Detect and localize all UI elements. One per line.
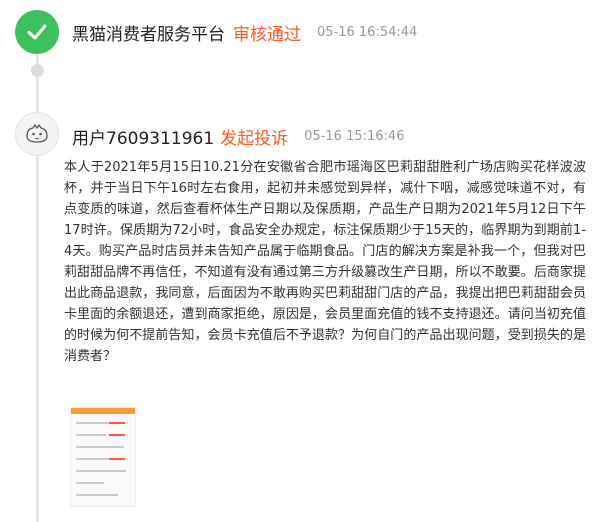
attachment-thumbnail[interactable] bbox=[70, 407, 136, 507]
thumbnail-price bbox=[109, 422, 125, 424]
thumbnail-line bbox=[76, 446, 124, 448]
thumbnail-line bbox=[76, 494, 118, 496]
approval-row: 黑猫消费者服务平台 审核通过 05-16 16:54:44 bbox=[72, 18, 417, 46]
timeline-dot bbox=[31, 64, 44, 77]
thumbnail-line bbox=[76, 482, 104, 484]
complaint-time: 05-16 15:16:46 bbox=[304, 128, 405, 144]
thumbnail-header-bar bbox=[71, 408, 135, 414]
checkmark-icon bbox=[27, 24, 47, 40]
thumbnail-line bbox=[76, 470, 126, 472]
complaint-action: 发起投诉 bbox=[220, 128, 289, 149]
status-approved: 审核通过 bbox=[233, 24, 301, 45]
approved-badge bbox=[15, 10, 59, 54]
cat-logo-icon bbox=[26, 123, 48, 143]
complaint-header: 用户7609311961 发起投诉 05-16 15:16:46 bbox=[72, 122, 404, 150]
thumbnail-price bbox=[109, 434, 125, 436]
complaint-content: 本人于2021年5月15日10.21分在安徽省合肥市瑶海区巴莉甜甜胜利广场店购买… bbox=[64, 160, 586, 364]
user-name[interactable]: 用户7609311961 bbox=[72, 124, 214, 149]
thumbnail-line bbox=[76, 434, 106, 436]
thumbnail-price bbox=[109, 458, 125, 460]
approval-time: 05-16 16:54:44 bbox=[317, 24, 418, 40]
user-avatar[interactable] bbox=[15, 112, 59, 156]
platform-name: 黑猫消费者服务平台 bbox=[72, 24, 225, 45]
thumbnail-line bbox=[76, 458, 112, 460]
